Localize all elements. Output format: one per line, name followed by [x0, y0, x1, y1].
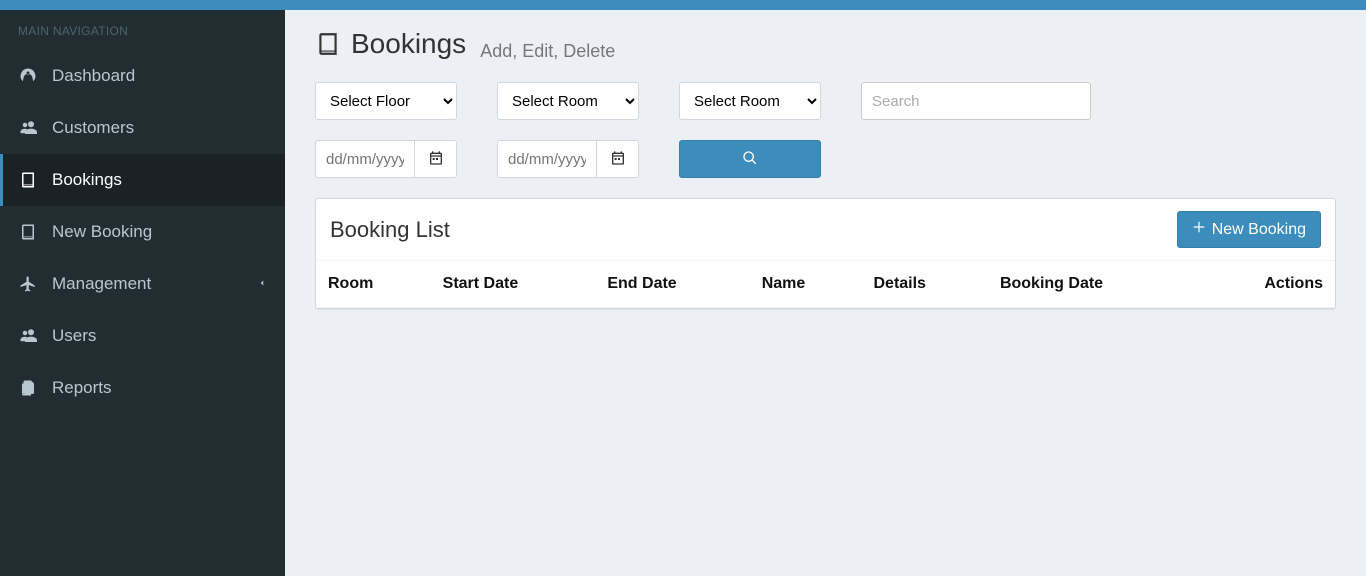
booking-list-panel: Booking List New Booking Room Start Date… [315, 198, 1336, 309]
page-header: Bookings Add, Edit, Delete [315, 28, 1336, 62]
users-icon [18, 327, 38, 345]
start-date-input[interactable] [315, 140, 415, 178]
col-actions: Actions [1198, 261, 1335, 308]
room2-select[interactable]: Select Room [679, 82, 821, 120]
booking-table: Room Start Date End Date Name Details Bo… [316, 261, 1335, 308]
sidebar-item-label: Bookings [52, 170, 122, 190]
dashboard-icon [18, 67, 38, 85]
col-end-date: End Date [595, 261, 749, 308]
plus-icon [1192, 220, 1206, 239]
book-icon [18, 223, 38, 241]
sidebar-item-label: New Booking [52, 222, 152, 242]
new-booking-label: New Booking [1212, 221, 1306, 239]
calendar-addon[interactable] [597, 140, 639, 178]
search-button[interactable] [679, 140, 821, 178]
col-booking-date: Booking Date [988, 261, 1198, 308]
sidebar-item-label: Management [52, 274, 151, 294]
users-icon [18, 119, 38, 137]
book-icon [18, 171, 38, 189]
sidebar-item-dashboard[interactable]: Dashboard [0, 50, 285, 102]
sidebar-item-label: Users [52, 326, 96, 346]
calendar-icon [610, 150, 626, 169]
new-booking-button[interactable]: New Booking [1177, 211, 1321, 248]
chevron-left-icon [257, 277, 267, 291]
search-icon [742, 150, 758, 169]
top-bar [0, 0, 1366, 10]
page-title: Bookings [315, 28, 466, 60]
page-title-text: Bookings [351, 28, 466, 60]
calendar-addon[interactable] [415, 140, 457, 178]
end-date-input[interactable] [497, 140, 597, 178]
sidebar-item-customers[interactable]: Customers [0, 102, 285, 154]
col-details: Details [861, 261, 987, 308]
panel-header: Booking List New Booking [316, 199, 1335, 261]
col-name: Name [750, 261, 862, 308]
sidebar-item-management[interactable]: Management [0, 258, 285, 310]
room1-select[interactable]: Select Room [497, 82, 639, 120]
search-input[interactable] [861, 82, 1091, 120]
col-room: Room [316, 261, 431, 308]
page-subtitle: Add, Edit, Delete [480, 41, 615, 62]
sidebar-item-users[interactable]: Users [0, 310, 285, 362]
plane-icon [18, 275, 38, 293]
panel-title: Booking List [330, 217, 450, 243]
col-start-date: Start Date [431, 261, 596, 308]
sidebar: MAIN NAVIGATION Dashboard Customers [0, 10, 285, 576]
sidebar-item-new-booking[interactable]: New Booking [0, 206, 285, 258]
sidebar-item-bookings[interactable]: Bookings [0, 154, 285, 206]
book-icon [315, 31, 341, 57]
start-date-group [315, 140, 457, 178]
sidebar-header: MAIN NAVIGATION [0, 10, 285, 50]
sidebar-item-label: Customers [52, 118, 134, 138]
end-date-group [497, 140, 639, 178]
main-content: Bookings Add, Edit, Delete Select Floor … [285, 10, 1366, 576]
sidebar-item-reports[interactable]: Reports [0, 362, 285, 414]
calendar-icon [428, 150, 444, 169]
sidebar-item-label: Reports [52, 378, 112, 398]
sidebar-item-label: Dashboard [52, 66, 135, 86]
files-icon [18, 379, 38, 397]
floor-select[interactable]: Select Floor [315, 82, 457, 120]
